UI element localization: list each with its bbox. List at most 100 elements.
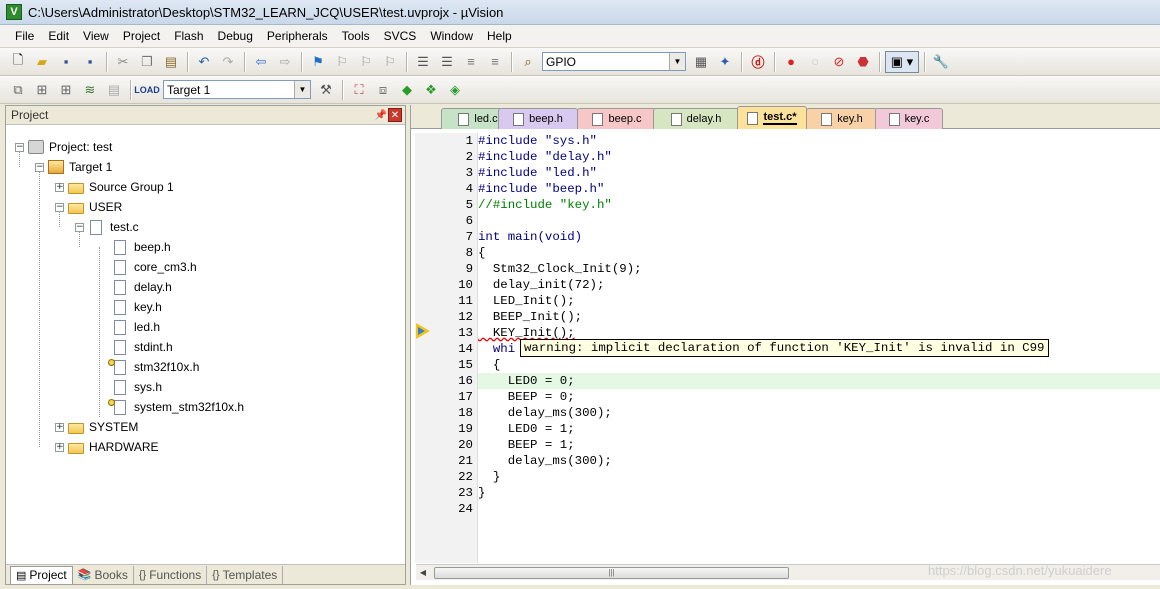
collapse-icon[interactable]: − — [35, 162, 44, 172]
nav-forward-icon[interactable]: ⇨ — [274, 51, 296, 73]
close-icon[interactable]: ✕ — [388, 108, 402, 122]
kill-breakpoints-icon[interactable]: ⬣ — [852, 51, 874, 73]
tab-templates[interactable]: {} Templates — [207, 565, 284, 584]
uncomment-icon[interactable]: ≡ — [484, 51, 506, 73]
comment-icon[interactable]: ≡ — [460, 51, 482, 73]
code-line: delay_ms(300); — [478, 454, 612, 468]
collapse-icon[interactable]: − — [75, 222, 84, 232]
tab-project[interactable]: ▤ Project — [10, 565, 73, 584]
tree-item-project[interactable]: − Project: test — [15, 137, 112, 157]
tree-item-header[interactable]: system_stm32f10x.h — [112, 397, 244, 417]
tab-functions[interactable]: {} Functions — [134, 565, 208, 584]
tree-item-header[interactable]: sys.h — [112, 377, 162, 397]
pin-icon[interactable]: 📌 — [374, 110, 388, 121]
breakpoint-icon[interactable]: ● — [780, 51, 802, 73]
tree-item-target[interactable]: − Target 1 — [35, 157, 112, 177]
window-layout-button[interactable]: ▣ ▾ — [885, 50, 919, 73]
undo-icon[interactable]: ↶ — [193, 51, 215, 73]
debug-session-icon[interactable]: ⓓ — [747, 51, 769, 73]
menu-debug[interactable]: Debug — [211, 27, 260, 45]
disable-all-breakpoints-icon[interactable]: ⊘ — [828, 51, 850, 73]
file-icon — [513, 112, 525, 126]
manage-runtime-icon[interactable]: ◆ — [396, 79, 418, 101]
expand-icon[interactable]: + — [55, 442, 64, 452]
rebuild-icon[interactable]: ⊞ — [55, 79, 77, 101]
tree-item-test-c[interactable]: − test.c — [75, 217, 139, 237]
save-all-icon[interactable]: ▪ — [79, 51, 101, 73]
tab-beep-c[interactable]: beep.c — [577, 108, 657, 129]
expand-icon[interactable]: + — [55, 182, 64, 192]
tree-item-header[interactable]: core_cm3.h — [112, 257, 197, 277]
tree-item-header[interactable]: stdint.h — [112, 337, 173, 357]
target-options-icon[interactable]: ⚒ — [315, 79, 337, 101]
menu-edit[interactable]: Edit — [41, 27, 76, 45]
collapse-icon[interactable]: − — [15, 142, 24, 152]
menu-svcs[interactable]: SVCS — [377, 27, 424, 45]
build-icon[interactable]: ⊞ — [31, 79, 53, 101]
find-combo[interactable]: GPIO ▼ — [542, 52, 686, 71]
paste-icon[interactable]: ▤ — [160, 51, 182, 73]
select-packs-icon[interactable]: ⧈ — [372, 79, 394, 101]
disable-breakpoint-icon[interactable]: ○ — [804, 51, 826, 73]
prev-bookmark-icon[interactable]: ⚐ — [331, 51, 353, 73]
menu-tools[interactable]: Tools — [335, 27, 377, 45]
save-icon[interactable]: ▪ — [55, 51, 77, 73]
tab-books[interactable]: 📚 Books — [73, 565, 134, 584]
collapse-icon[interactable]: − — [55, 202, 64, 212]
tree-item-header[interactable]: delay.h — [112, 277, 172, 297]
indent-icon[interactable]: ☰ — [412, 51, 434, 73]
batch-build-icon[interactable]: ≋ — [79, 79, 101, 101]
code-line: delay_ms(300); — [478, 406, 612, 420]
scroll-left-icon[interactable]: ◀ — [416, 568, 430, 577]
tab-beep-h[interactable]: beep.h — [498, 108, 578, 129]
configure-wrench-icon[interactable]: 🔧 — [930, 51, 952, 73]
target-combo[interactable]: Target 1 ▼ — [163, 80, 311, 99]
copy-icon[interactable]: ❐ — [136, 51, 158, 73]
menu-flash[interactable]: Flash — [167, 27, 210, 45]
next-bookmark-icon[interactable]: ⚐ — [355, 51, 377, 73]
manage-project-items-icon[interactable]: ⛶ — [348, 79, 370, 101]
tree-item-header[interactable]: led.h — [112, 317, 160, 337]
project-icon — [28, 140, 44, 154]
find-icon[interactable]: ▦ — [690, 51, 712, 73]
download-load-icon[interactable]: LOAD — [134, 79, 160, 101]
expand-icon[interactable]: + — [55, 422, 64, 432]
chevron-down-icon[interactable]: ▼ — [294, 81, 310, 98]
menu-peripherals[interactable]: Peripherals — [260, 27, 335, 45]
redo-icon[interactable]: ↷ — [217, 51, 239, 73]
tree-item-hardware[interactable]: + HARDWARE — [55, 437, 159, 457]
translate-icon[interactable]: ⧉ — [7, 79, 29, 101]
pack-installer-icon[interactable]: ❖ — [420, 79, 442, 101]
chevron-down-icon[interactable]: ▼ — [669, 53, 685, 70]
tree-item-system[interactable]: + SYSTEM — [55, 417, 138, 437]
find-in-files-icon[interactable]: ⌕ — [517, 51, 539, 73]
cut-icon[interactable]: ✂ — [112, 51, 134, 73]
tab-test-c[interactable]: test.c* — [737, 106, 807, 129]
toolbar-separator — [774, 51, 775, 72]
open-file-icon[interactable]: ▰ — [31, 51, 53, 73]
tab-delay-h[interactable]: delay.h — [653, 108, 739, 129]
unindent-icon[interactable]: ☰ — [436, 51, 458, 73]
menu-window[interactable]: Window — [423, 27, 480, 45]
tree-item-source-group[interactable]: + Source Group 1 — [55, 177, 174, 197]
scrollbar-thumb[interactable]: ||| — [434, 567, 789, 579]
clear-bookmarks-icon[interactable]: ⚐ — [379, 51, 401, 73]
tree-item-user[interactable]: − USER — [55, 197, 122, 217]
tree-item-header[interactable]: key.h — [112, 297, 162, 317]
menu-view[interactable]: View — [76, 27, 116, 45]
new-file-icon[interactable]: 🗋 — [7, 51, 29, 73]
tree-item-header[interactable]: stm32f10x.h — [112, 357, 199, 377]
menu-file[interactable]: File — [8, 27, 41, 45]
tab-key-h[interactable]: key.h — [806, 108, 878, 129]
stop-build-icon[interactable]: ▤ — [103, 79, 125, 101]
code-line: } — [478, 486, 486, 500]
open-folder-icon — [68, 202, 84, 214]
bookmark-icon[interactable]: ⚑ — [307, 51, 329, 73]
menu-help[interactable]: Help — [480, 27, 519, 45]
rte-icon[interactable]: ◈ — [444, 79, 466, 101]
incremental-find-icon[interactable]: ✦ — [714, 51, 736, 73]
nav-back-icon[interactable]: ⇦ — [250, 51, 272, 73]
tab-key-c[interactable]: key.c — [875, 108, 943, 129]
tree-item-header[interactable]: beep.h — [112, 237, 171, 257]
menu-project[interactable]: Project — [116, 27, 167, 45]
